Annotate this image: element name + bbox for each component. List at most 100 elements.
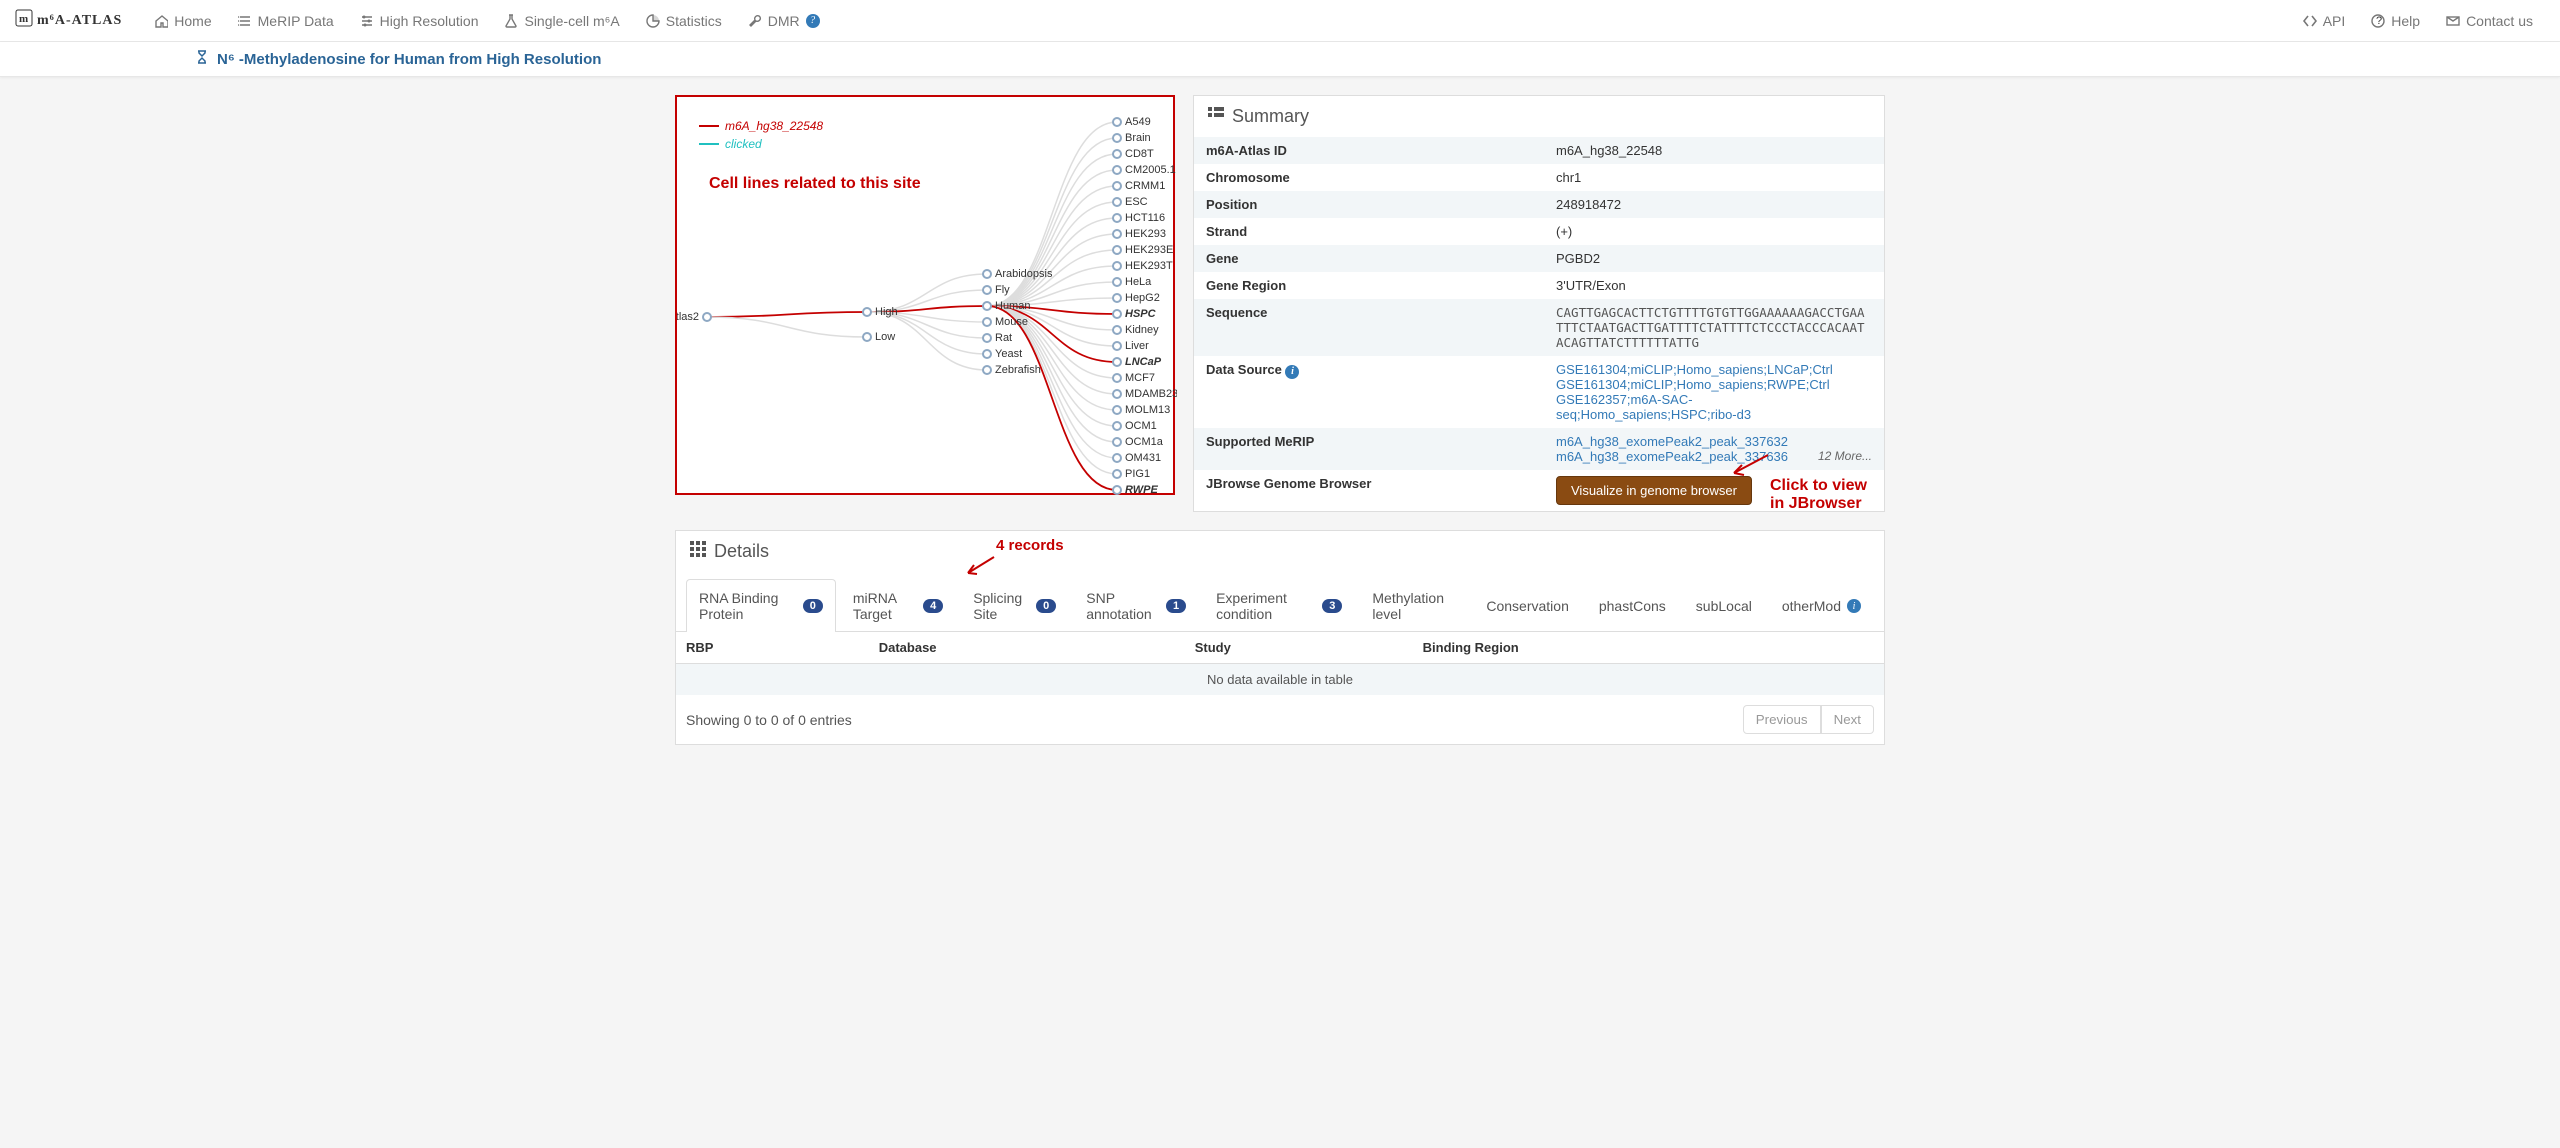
info-icon[interactable]: i <box>1285 365 1299 379</box>
navbar: m m⁶A-ATLAS Home MeRIP Data High Resolutio… <box>0 0 2560 42</box>
nav-statistics[interactable]: Statistics <box>634 3 734 39</box>
nav-label: MeRIP Data <box>258 13 334 29</box>
previous-button[interactable]: Previous <box>1743 705 1821 734</box>
count-badge: 1 <box>1166 599 1186 613</box>
svg-text:ESC: ESC <box>1125 196 1148 208</box>
details-panel: Details 4 records RNA Binding Protein 0m… <box>675 530 1885 745</box>
svg-text:Low: Low <box>875 331 895 343</box>
svg-text:Rat: Rat <box>995 332 1012 344</box>
nav-high-resolution[interactable]: High Resolution <box>348 3 491 39</box>
count-badge: 3 <box>1322 599 1342 613</box>
column-header[interactable]: Database <box>869 632 1185 664</box>
summary-key: m6A-Atlas ID <box>1194 137 1544 164</box>
nav-label: High Resolution <box>380 13 479 29</box>
visualize-genome-button[interactable]: Visualize in genome browser <box>1556 476 1752 505</box>
summary-key: Supported MeRIP <box>1194 428 1544 470</box>
column-header[interactable]: Study <box>1185 632 1413 664</box>
svg-text:PIG1: PIG1 <box>1125 468 1150 480</box>
nav-label: Single-cell m⁶A <box>524 13 619 29</box>
tab-phastcons[interactable]: phastCons <box>1586 579 1679 632</box>
more-link[interactable]: 12 More... <box>1818 449 1872 463</box>
mail-icon <box>2446 14 2460 28</box>
tab-label: Experiment condition <box>1216 590 1316 622</box>
merip-link[interactable]: m6A_hg38_exomePeak2_peak_337636 <box>1556 449 1788 464</box>
wrench-icon <box>748 14 762 28</box>
count-badge: 0 <box>1036 599 1056 613</box>
svg-text:Zebrafish: Zebrafish <box>995 364 1041 376</box>
tab-label: subLocal <box>1696 598 1752 614</box>
nav-home[interactable]: Home <box>142 3 223 39</box>
svg-text:HCT116: HCT116 <box>1125 212 1165 224</box>
records-annotation: 4 records <box>996 537 1064 554</box>
summary-key: Sequence <box>1194 299 1544 356</box>
svg-text:Arabidopsis: Arabidopsis <box>995 268 1053 280</box>
tab-snp-annotation[interactable]: SNP annotation 1 <box>1073 579 1199 632</box>
svg-text:HEK293T: HEK293T <box>1125 260 1173 272</box>
tab-label: Splicing Site <box>973 590 1030 622</box>
details-tabs: RNA Binding Protein 0miRNA Target 4Splic… <box>676 578 1884 632</box>
svg-text:Human: Human <box>995 300 1030 312</box>
data-source-link[interactable]: GSE161304;miCLIP;Homo_sapiens;LNCaP;Ctrl <box>1556 362 1833 377</box>
svg-text:HepG2: HepG2 <box>1125 292 1160 304</box>
next-button[interactable]: Next <box>1821 705 1874 734</box>
nav-help[interactable]: ?Help <box>2359 3 2432 39</box>
summary-key: Position <box>1194 191 1544 218</box>
svg-text:MOLM13: MOLM13 <box>1125 404 1170 416</box>
nav-label: Contact us <box>2466 13 2533 29</box>
svg-text:Yeast: Yeast <box>995 348 1022 360</box>
svg-text:Mouse: Mouse <box>995 316 1028 328</box>
summary-value: (+) <box>1544 218 1884 245</box>
nav-merip-data[interactable]: MeRIP Data <box>226 3 346 39</box>
svg-text:LNCaP: LNCaP <box>1125 356 1162 368</box>
tree-annotation: Cell lines related to this site <box>709 175 921 193</box>
summary-key: Data Source i <box>1194 356 1544 428</box>
summary-panel: Summary m6A-Atlas IDm6A_hg38_22548Chromo… <box>1193 95 1885 512</box>
column-header[interactable]: RBP <box>676 632 869 664</box>
svg-text:OM431: OM431 <box>1125 452 1161 464</box>
brand-logo[interactable]: m m⁶A-ATLAS <box>15 9 122 32</box>
summary-key: Gene <box>1194 245 1544 272</box>
svg-text:Brain: Brain <box>1125 132 1151 144</box>
tab-mirna-target[interactable]: miRNA Target 4 <box>840 579 956 632</box>
count-badge: 4 <box>923 599 943 613</box>
list-icon <box>1208 106 1224 127</box>
jbrowse-annotation: Click to view in JBrowser <box>1770 477 1885 513</box>
info-icon[interactable]: i <box>1847 599 1861 613</box>
svg-text:CD8T: CD8T <box>1125 148 1154 160</box>
tab-sublocal[interactable]: subLocal <box>1683 579 1765 632</box>
count-badge: 0 <box>803 599 823 613</box>
svg-text:CM2005.1: CM2005.1 <box>1125 164 1176 176</box>
nav-contact-us[interactable]: Contact us <box>2434 3 2545 39</box>
column-header[interactable]: Binding Region <box>1413 632 1884 664</box>
tree-diagram[interactable]: m6A-Atlas2HighLowArabidopsisFlyHumanMous… <box>677 97 1177 497</box>
tab-methylation-level[interactable]: Methylation level <box>1359 579 1469 632</box>
data-source-link[interactable]: GSE162357;m6A-SAC-seq;Homo_sapiens;HSPC;… <box>1556 392 1751 422</box>
nav-dmr[interactable]: DMR? <box>736 3 832 39</box>
tab-experiment-condition[interactable]: Experiment condition 3 <box>1203 579 1355 632</box>
tab-label: SNP annotation <box>1086 590 1160 622</box>
tab-splicing-site[interactable]: Splicing Site 0 <box>960 579 1069 632</box>
pagination: Previous Next <box>1743 705 1874 734</box>
svg-text:Fly: Fly <box>995 284 1010 296</box>
merip-cell: m6A_hg38_exomePeak2_peak_337632m6A_hg38_… <box>1544 428 1884 470</box>
tab-rna-binding-protein[interactable]: RNA Binding Protein 0 <box>686 579 836 632</box>
tab-label: Conservation <box>1486 598 1569 614</box>
summary-key: Gene Region <box>1194 272 1544 299</box>
tab-othermod[interactable]: otherMod i <box>1769 579 1874 632</box>
summary-value: m6A_hg38_22548 <box>1544 137 1884 164</box>
nav-label: DMR <box>768 13 800 29</box>
home-icon <box>154 14 168 28</box>
nav-api[interactable]: API <box>2291 3 2358 39</box>
svg-text:MCF7: MCF7 <box>1125 372 1155 384</box>
merip-link[interactable]: m6A_hg38_exomePeak2_peak_337632 <box>1556 434 1788 449</box>
help-badge: ? <box>806 14 820 28</box>
svg-text:MDAMB231: MDAMB231 <box>1125 388 1177 400</box>
brand-logo-icon: m <box>15 9 33 32</box>
svg-text:Liver: Liver <box>1125 340 1149 352</box>
summary-key: Strand <box>1194 218 1544 245</box>
details-table: RBPDatabaseStudyBinding Region No data a… <box>676 632 1884 695</box>
data-source-link[interactable]: GSE161304;miCLIP;Homo_sapiens;RWPE;Ctrl <box>1556 377 1830 392</box>
nav-single-cell-m-a[interactable]: Single-cell m⁶A <box>492 3 631 39</box>
tab-conservation[interactable]: Conservation <box>1473 579 1582 632</box>
svg-text:m6A-Atlas2: m6A-Atlas2 <box>677 311 699 323</box>
